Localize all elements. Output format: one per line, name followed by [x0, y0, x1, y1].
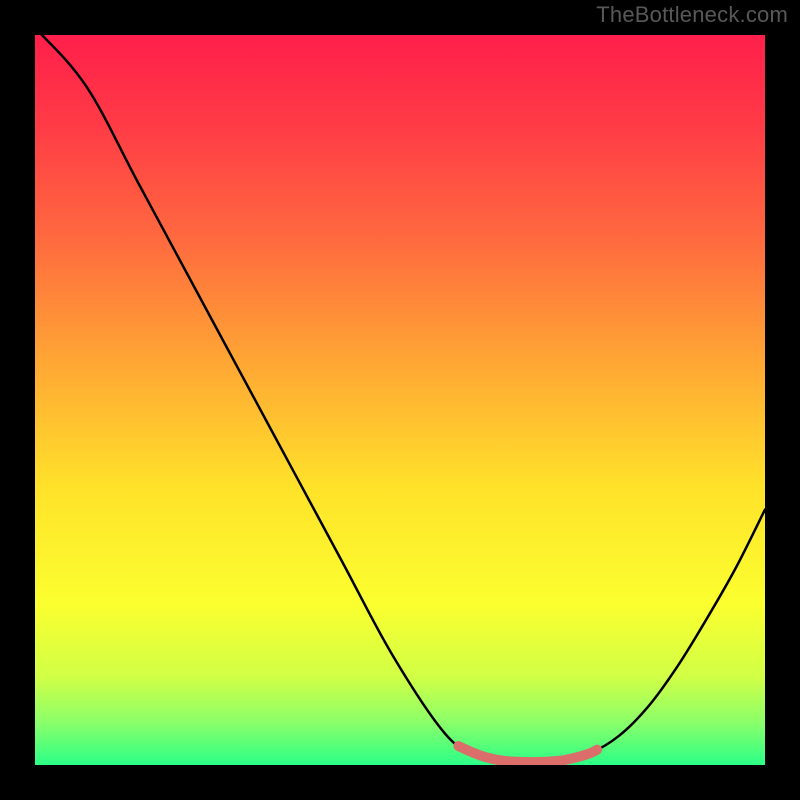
- gradient-background: [35, 35, 765, 765]
- chart-svg: [35, 35, 765, 765]
- chart-root: TheBottleneck.com: [0, 0, 800, 800]
- watermark-text: TheBottleneck.com: [596, 2, 788, 28]
- plot-area: [35, 35, 765, 765]
